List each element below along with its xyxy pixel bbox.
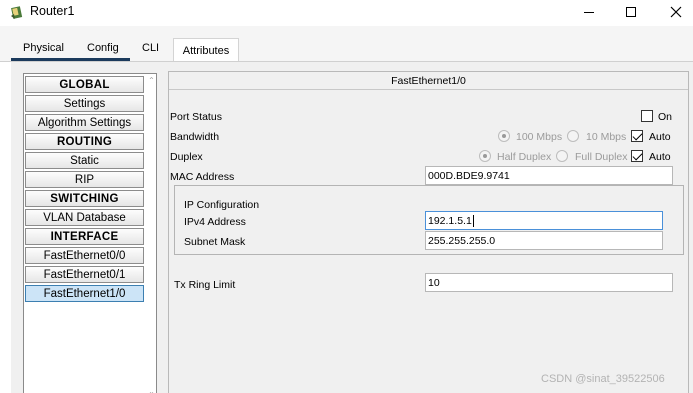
mac-address-label: MAC Address — [170, 171, 235, 183]
duplex-auto-label: Auto — [649, 151, 671, 163]
bandwidth-10-radio[interactable] — [567, 130, 579, 142]
panel-title: FastEthernet1/0 — [169, 72, 688, 90]
config-content: GLOBAL Settings Algorithm Settings ROUTING S… — [11, 62, 693, 393]
port-status-on-checkbox[interactable] — [641, 110, 653, 122]
duplex-half-label: Half Duplex — [497, 151, 552, 163]
tab-config[interactable]: Config — [87, 42, 119, 54]
ip-configuration-title: IP Configuration — [184, 199, 260, 211]
bandwidth-10-label: 10 Mbps — [586, 131, 627, 143]
title-bar: Router1 — [0, 0, 693, 26]
router-app-icon — [11, 6, 23, 19]
duplex-full-radio[interactable] — [556, 150, 568, 162]
nav-scrollbar[interactable]: ⌃ ⌄ — [146, 74, 157, 393]
nav-item-fastethernet0-1[interactable]: FastEthernet0/1 — [25, 266, 144, 283]
mac-address-field[interactable]: 000D.BDE9.9741 — [425, 166, 673, 185]
port-status-label: Port Status — [170, 111, 222, 123]
close-button[interactable] — [665, 3, 687, 21]
text-caret — [472, 214, 474, 227]
nav-item-vlan-database[interactable]: VLAN Database — [25, 209, 144, 226]
nav-item-algorithm-settings[interactable]: Algorithm Settings — [25, 114, 144, 131]
subnet-mask-field[interactable]: 255.255.255.0 — [425, 231, 663, 250]
duplex-label: Duplex — [170, 151, 203, 163]
bandwidth-auto-label: Auto — [649, 131, 671, 143]
nav-section-global: GLOBAL — [25, 76, 144, 93]
ipv4-address-value: 192.1.5.1 — [428, 214, 472, 227]
scroll-down-arrow-icon[interactable]: ⌄ — [147, 387, 156, 393]
tab-attributes[interactable]: Attributes — [173, 38, 239, 62]
bandwidth-100-label: 100 Mbps — [516, 131, 563, 143]
nav-item-rip[interactable]: RIP — [25, 171, 144, 188]
minimize-icon — [584, 11, 594, 13]
bandwidth-100-radio[interactable] — [498, 130, 510, 142]
subnet-mask-value: 255.255.255.0 — [428, 234, 496, 247]
nav-item-fastethernet1-0[interactable]: FastEthernet1/0 — [25, 285, 144, 302]
port-status-on-label: On — [658, 111, 673, 123]
tx-ring-limit-field[interactable]: 10 — [425, 273, 673, 292]
interface-config-panel: FastEthernet1/0 Port Status On Bandwidth… — [168, 71, 689, 393]
minimize-button[interactable] — [578, 3, 600, 21]
tab-bar: Physical Config CLI Attributes — [0, 26, 693, 62]
window-title: Router1 — [30, 4, 75, 18]
config-nav-panel: GLOBAL Settings Algorithm Settings ROUTING S… — [23, 73, 157, 393]
ipv4-address-label: IPv4 Address — [184, 216, 246, 228]
tx-ring-limit-label: Tx Ring Limit — [174, 279, 236, 291]
ipv4-address-field[interactable]: 192.1.5.1 — [425, 211, 663, 230]
tx-ring-limit-value: 10 — [428, 276, 440, 289]
bandwidth-label: Bandwidth — [170, 131, 220, 143]
nav-item-fastethernet0-0[interactable]: FastEthernet0/0 — [25, 247, 144, 264]
mac-address-value: 000D.BDE9.9741 — [428, 169, 510, 182]
nav-section-routing: ROUTING — [25, 133, 144, 150]
tab-cli[interactable]: CLI — [142, 42, 159, 54]
nav-item-static[interactable]: Static — [25, 152, 144, 169]
maximize-icon — [626, 7, 636, 17]
maximize-button[interactable] — [620, 3, 642, 21]
nav-section-interface: INTERFACE — [25, 228, 144, 245]
watermark: CSDN @sinat_39522506 — [541, 373, 665, 385]
duplex-auto-checkbox[interactable] — [631, 150, 643, 162]
nav-section-switching: SWITCHING — [25, 190, 144, 207]
nav-item-settings[interactable]: Settings — [25, 95, 144, 112]
duplex-half-radio[interactable] — [479, 150, 491, 162]
scroll-up-arrow-icon[interactable]: ⌃ — [147, 76, 156, 85]
close-icon — [670, 6, 682, 18]
bandwidth-auto-checkbox[interactable] — [631, 130, 643, 142]
duplex-full-label: Full Duplex — [575, 151, 628, 163]
tab-physical[interactable]: Physical — [23, 42, 64, 54]
subnet-mask-label: Subnet Mask — [184, 236, 246, 248]
config-nav-list: GLOBAL Settings Algorithm Settings ROUTING S… — [25, 76, 144, 304]
